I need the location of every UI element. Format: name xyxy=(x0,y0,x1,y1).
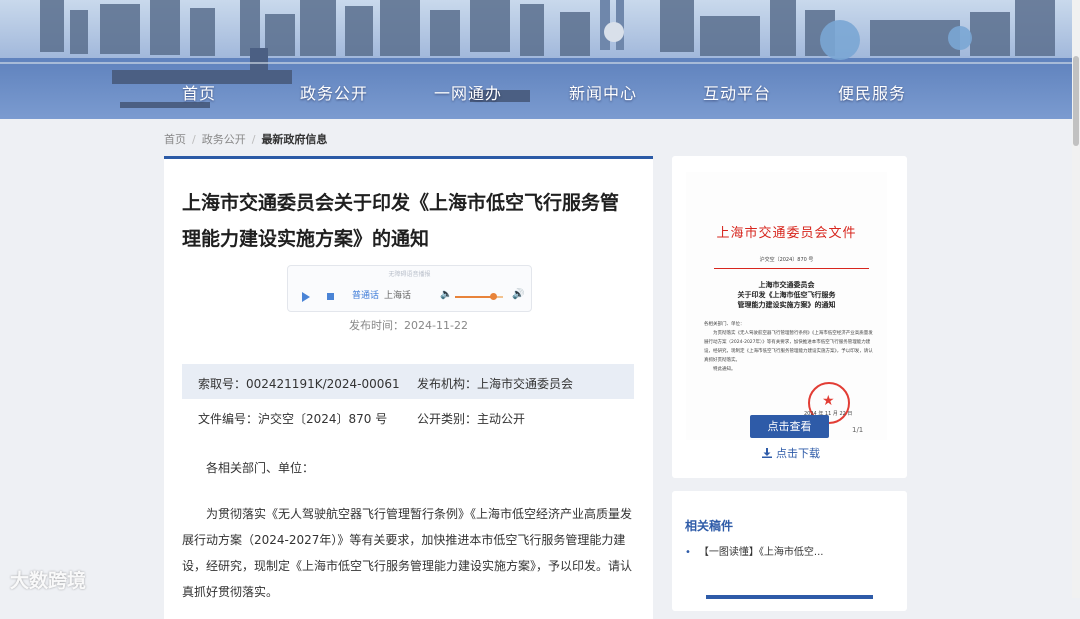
article-panel: 上海市交通委员会关于印发《上海市低空飞行服务管理能力建设实施方案》的通知 无障碍… xyxy=(164,156,653,619)
volume-slider-handle[interactable] xyxy=(490,293,497,300)
article-paragraph: 为贯彻落实《无人驾驶航空器飞行管理暂行条例》《上海市低空经济产业高质量发展行动方… xyxy=(182,507,633,599)
view-document-button[interactable]: 点击查看 xyxy=(750,415,829,438)
meta-table: 索取号：002421191K/2024-00061 发布机构：上海市交通委员会 … xyxy=(182,364,634,434)
doc-title-line: 上海市交通委员会 xyxy=(758,280,815,289)
watermark: 大数跨境 xyxy=(10,566,86,593)
publish-date: 发布时间：2024-11-22 xyxy=(349,319,468,332)
related-footer-bar xyxy=(706,595,873,599)
nav-home[interactable]: 首页 xyxy=(182,80,216,104)
nav-news[interactable]: 新闻中心 xyxy=(569,80,637,104)
article-greeting: 各相关部门、单位： xyxy=(206,461,315,475)
related-list: 【一图读懂】《上海市低空... xyxy=(685,543,824,558)
breadcrumb-gov-affairs[interactable]: 政务公开 xyxy=(202,133,246,146)
doc-title-line: 管理能力建设实施方案》的通知 xyxy=(737,300,836,309)
download-label: 点击下载 xyxy=(776,447,820,460)
scrollbar-thumb[interactable] xyxy=(1073,56,1079,146)
article-title: 上海市交通委员会关于印发《上海市低空飞行服务管理能力建设实施方案》的通知 xyxy=(182,192,620,250)
nav-interaction[interactable]: 互动平台 xyxy=(703,80,771,104)
audio-player: 无障碍语音播报 普通话 上海话 🔈 🔊 xyxy=(287,265,532,312)
nav-services[interactable]: 便民服务 xyxy=(838,80,906,104)
breadcrumb-separator: / xyxy=(251,133,256,146)
meta-row: 索取号：002421191K/2024-00061 发布机构：上海市交通委员会 xyxy=(182,364,634,399)
breadcrumb-separator: / xyxy=(192,133,196,146)
stop-icon[interactable] xyxy=(327,293,334,300)
player-title: 无障碍语音播报 xyxy=(388,271,431,278)
related-articles: 相关稿件 【一图读懂】《上海市低空... xyxy=(672,491,907,611)
doc-title: 上海市交通委员会 关于印发《上海市低空飞行服务 管理能力建设实施方案》的通知 xyxy=(686,280,887,310)
download-link[interactable]: 点击下载 xyxy=(762,445,820,461)
main-nav: 首页 政务公开 一网通办 新闻中心 互动平台 便民服务 xyxy=(0,0,1080,119)
meta-row: 文件编号：沪交空〔2024〕870 号 公开类别：主动公开 xyxy=(182,399,634,434)
document-preview-card: 上海市交通委员会文件 沪交空〔2024〕870 号 上海市交通委员会 关于印发《… xyxy=(672,156,907,478)
doc-red-rule xyxy=(714,268,869,269)
doc-paragraph: 为贯彻落实《无人驾驶航空器飞行管理暂行条例》《上海市低空经济产业高质量发展行动方… xyxy=(704,331,873,363)
doc-body: 各相关部门、单位： 为贯彻落实《无人驾驶航空器飞行管理暂行条例》《上海市低空经济… xyxy=(704,320,876,374)
related-heading: 相关稿件 xyxy=(685,519,734,533)
header-banner: 首页 政务公开 一网通办 新闻中心 互动平台 便民服务 xyxy=(0,0,1080,119)
lang-shanghai-button[interactable]: 上海话 xyxy=(384,288,411,301)
lang-mandarin-button[interactable]: 普通话 xyxy=(352,288,379,301)
volume-down-icon[interactable]: 🔈 xyxy=(440,289,452,300)
breadcrumb: 首页 / 政务公开 / 最新政府信息 xyxy=(164,131,331,147)
nav-gov-affairs[interactable]: 政务公开 xyxy=(300,80,368,104)
download-icon xyxy=(762,448,772,458)
doc-heading: 上海市交通委员会文件 xyxy=(716,226,857,241)
doc-greeting: 各相关部门、单位： xyxy=(704,322,745,327)
document-thumbnail[interactable]: 上海市交通委员会文件 沪交空〔2024〕870 号 上海市交通委员会 关于印发《… xyxy=(686,172,887,440)
breadcrumb-home[interactable]: 首页 xyxy=(164,133,186,146)
meta-publisher: 发布机构：上海市交通委员会 xyxy=(417,377,574,391)
doc-title-line: 关于印发《上海市低空飞行服务 xyxy=(737,290,836,299)
meta-doc-no: 文件编号：沪交空〔2024〕870 号 xyxy=(198,412,388,426)
doc-number: 沪交空〔2024〕870 号 xyxy=(759,257,814,263)
watermark-text: 大数跨境 xyxy=(10,570,87,592)
nav-one-net[interactable]: 一网通办 xyxy=(434,80,502,104)
article-body: 各相关部门、单位： 为贯彻落实《无人驾驶航空器飞行管理暂行条例》《上海市低空经济… xyxy=(182,455,634,605)
breadcrumb-current: 最新政府信息 xyxy=(261,133,328,146)
meta-category: 公开类别：主动公开 xyxy=(417,412,526,426)
doc-closing: 特此通知。 xyxy=(713,367,736,372)
page-indicator: 1/1 xyxy=(852,426,864,434)
meta-index-no: 索取号：002421191K/2024-00061 xyxy=(198,377,400,391)
page-scrollbar[interactable] xyxy=(1072,0,1080,598)
play-icon[interactable] xyxy=(302,292,310,302)
volume-up-icon[interactable]: 🔊 xyxy=(512,289,524,300)
related-item[interactable]: 【一图读懂】《上海市低空... xyxy=(685,543,824,558)
